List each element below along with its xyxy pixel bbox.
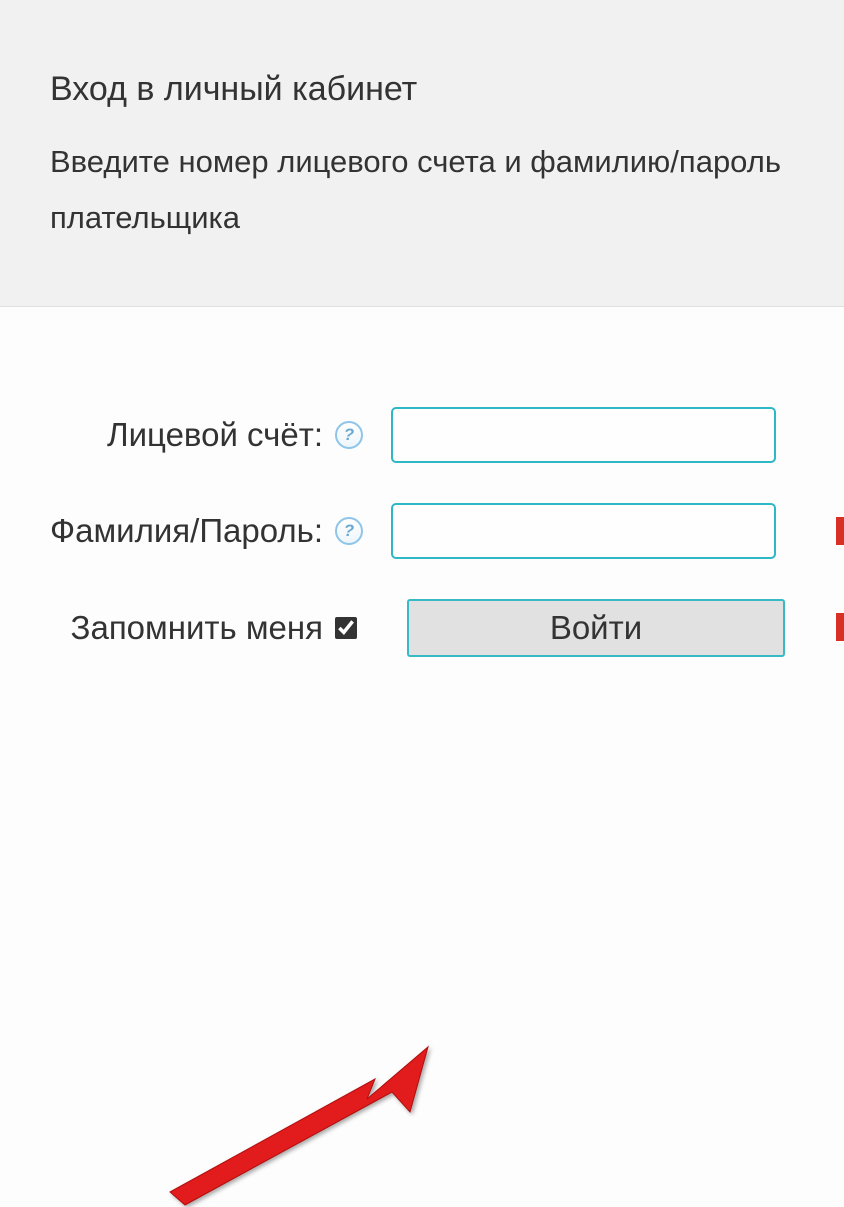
password-row: Фамилия/Пароль: ? [0, 503, 844, 559]
page-subtitle: Введите номер лицевого счета и фамилию/п… [50, 134, 794, 246]
login-form: Лицевой счёт: ? Фамилия/Пароль: ? Запомн… [0, 307, 844, 657]
error-marker-icon [836, 613, 844, 641]
password-label: Фамилия/Пароль: [0, 512, 335, 550]
login-button[interactable]: Войти [407, 599, 785, 657]
annotation-arrow-icon [160, 1037, 440, 1207]
remember-label: Запомнить меня [0, 609, 335, 647]
error-marker-icon [836, 517, 844, 545]
account-input[interactable] [391, 407, 776, 463]
help-icon[interactable]: ? [335, 517, 363, 545]
remember-checkbox[interactable] [335, 617, 357, 639]
account-label: Лицевой счёт: [0, 416, 335, 454]
page-title: Вход в личный кабинет [50, 70, 794, 109]
remember-row: Запомнить меня Войти [0, 599, 844, 657]
password-input[interactable] [391, 503, 776, 559]
account-row: Лицевой счёт: ? [0, 407, 844, 463]
login-header: Вход в личный кабинет Введите номер лице… [0, 0, 844, 307]
help-icon[interactable]: ? [335, 421, 363, 449]
